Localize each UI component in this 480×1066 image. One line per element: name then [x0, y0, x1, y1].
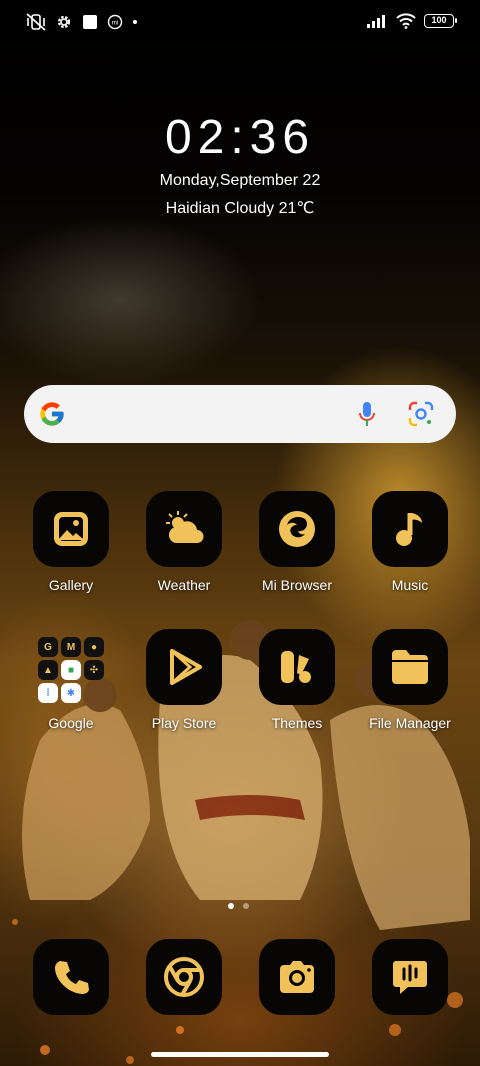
- signal-icon: [366, 13, 388, 29]
- mi-icon: mi: [107, 14, 123, 30]
- phone-icon: [33, 939, 109, 1015]
- app-label: Mi Browser: [261, 577, 332, 593]
- dock-messages[interactable]: [350, 939, 470, 1015]
- google-lens-icon[interactable]: [408, 401, 434, 432]
- folder-icon: [372, 629, 448, 705]
- meet-mini-icon: ■: [61, 660, 81, 680]
- mi-browser-icon: [259, 491, 335, 567]
- camera-icon: [259, 939, 335, 1015]
- gesture-nav-handle[interactable]: [151, 1052, 329, 1057]
- battery-icon: 100: [424, 14, 457, 28]
- app-file-manager[interactable]: File Manager: [350, 629, 470, 731]
- clock-weather: Haidian Cloudy 21℃: [165, 200, 315, 217]
- chrome-icon: [146, 939, 222, 1015]
- music-note-icon: [372, 491, 448, 567]
- mic-icon[interactable]: [358, 401, 376, 432]
- clock-date: Monday,September 22: [159, 172, 321, 189]
- clock-widget[interactable]: 02:36 Monday,September 22 Haidian Cloudy…: [0, 110, 480, 222]
- gallery-icon: [33, 491, 109, 567]
- app-gallery[interactable]: Gallery: [11, 491, 131, 593]
- weather-icon: [146, 491, 222, 567]
- app-label: Google: [48, 715, 94, 731]
- photos-mini-icon: ✣: [84, 660, 104, 680]
- vibrate-off-icon: [26, 13, 46, 31]
- dock-phone[interactable]: [11, 939, 131, 1015]
- page-indicator: [228, 903, 249, 909]
- google-mini-icon: G: [38, 637, 58, 657]
- folder-google[interactable]: G M ● ▲ ■ ✣ ⁞ ✱ Google: [11, 629, 131, 731]
- google-folder-icon: G M ● ▲ ■ ✣ ⁞ ✱: [33, 629, 109, 705]
- app-label: Music: [391, 577, 429, 593]
- gemini-mini-icon: ✱: [61, 683, 81, 703]
- dock-camera[interactable]: [237, 939, 357, 1015]
- app-label: Weather: [157, 577, 211, 593]
- dock-chrome[interactable]: [124, 939, 244, 1015]
- messages-icon: [372, 939, 448, 1015]
- page-dot: [243, 903, 249, 909]
- gear-icon: [55, 13, 73, 31]
- wifi-icon: [396, 13, 416, 29]
- page-dot-active: [228, 903, 234, 909]
- status-bar: mi 100: [0, 0, 480, 46]
- app-label: Play Store: [151, 715, 217, 731]
- drive-mini-icon: ▲: [38, 660, 58, 680]
- app-label: File Manager: [369, 715, 451, 731]
- app-label: Gallery: [48, 577, 94, 593]
- app-music[interactable]: Music: [350, 491, 470, 593]
- google-logo-icon: [38, 400, 66, 433]
- play-store-icon: [146, 629, 222, 705]
- clock-time: 02:36: [164, 111, 316, 164]
- dot-icon: [132, 19, 138, 25]
- app-play-store[interactable]: Play Store: [124, 629, 244, 731]
- maps-mini-icon: ●: [84, 637, 104, 657]
- gmail-mini-icon: M: [61, 637, 81, 657]
- svg-text:mi: mi: [112, 21, 118, 27]
- white-square-icon: [82, 14, 98, 30]
- app-themes[interactable]: Themes: [237, 629, 357, 731]
- google-search-bar[interactable]: [24, 385, 456, 443]
- app-label: Themes: [271, 715, 323, 731]
- assistant-mini-icon: ⁞: [38, 683, 58, 703]
- app-mi-browser[interactable]: Mi Browser: [237, 491, 357, 593]
- app-weather[interactable]: Weather: [124, 491, 244, 593]
- themes-icon: [259, 629, 335, 705]
